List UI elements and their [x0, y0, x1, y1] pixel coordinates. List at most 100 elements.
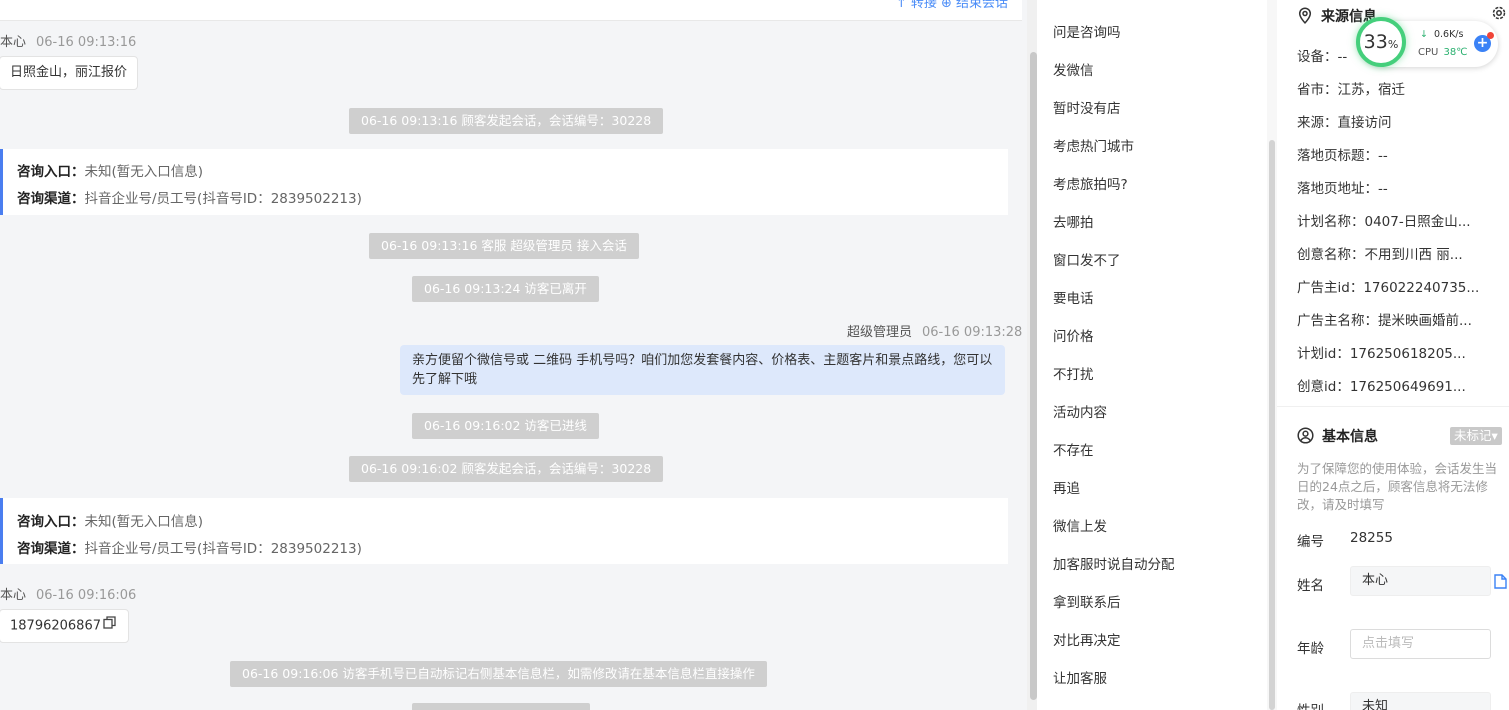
name-field[interactable]: 本心 [1350, 566, 1491, 596]
sender-name: 本心 [0, 35, 27, 50]
source-creative-name: 创意名称：不用到川西 丽... [1297, 247, 1463, 263]
basic-info-note: 为了保障您的使用体验，会话发生当日的24点之后，顾客信息将无法修改，请及时填写 [1297, 461, 1498, 512]
source-plan-name: 计划名称：0407-日照金山... [1297, 214, 1471, 230]
source-device: 设备：-- [1297, 49, 1348, 65]
chat-header: ↑ 转接 ⊕ 结束会话 [0, 0, 1022, 21]
age-field[interactable]: 点击填写 [1350, 629, 1491, 659]
system-notice: 06-16 09:13:16 客服 超级管理员 接入会话 [369, 233, 639, 259]
consult-entry-row: 咨询入口：未知(暂无入口信息) [17, 510, 203, 530]
visitor-message: 日照金山，丽江报价 [0, 56, 139, 90]
consult-entry-value: 未知(暂无入口信息) [84, 514, 204, 530]
source-advertiser-id: 广告主id：176022240735... [1297, 280, 1480, 296]
quick-reply-item[interactable]: 问价格 [1053, 325, 1094, 345]
message-meta: 本心 06-16 09:13:16 [0, 31, 136, 50]
basic-info-title-text: 基本信息 [1322, 429, 1378, 445]
name-label: 姓名 [1297, 578, 1324, 594]
quick-reply-item[interactable]: 不存在 [1053, 439, 1094, 459]
source-landing-url: 落地页地址：-- [1297, 181, 1388, 197]
copy-icon[interactable] [103, 610, 116, 642]
download-arrow-icon: ↓ [1420, 29, 1428, 40]
quick-reply-item[interactable]: 问是咨询吗 [1053, 21, 1121, 41]
quick-reply-scrollbar[interactable] [1267, 0, 1277, 710]
quick-reply-item[interactable]: 让加客服 [1053, 667, 1107, 687]
quick-reply-item[interactable]: 窗口发不了 [1053, 249, 1121, 269]
system-notice: 06-16 09:13:24 访客已离开 [412, 276, 599, 302]
header-actions[interactable]: ↑ 转接 ⊕ 结束会话 [896, 0, 1008, 11]
basic-info-title: 基本信息 [1297, 426, 1378, 448]
consult-entry-value: 未知(暂无入口信息) [84, 164, 204, 180]
chat-scrollbar-thumb[interactable] [1030, 52, 1037, 700]
consult-channel-row: 咨询渠道：抖音企业号/员工号(抖音号ID：2839502213) [17, 187, 362, 207]
cpu-label: CPU [1418, 47, 1439, 58]
section-divider [1277, 406, 1509, 407]
quick-reply-item[interactable]: 微信上发 [1053, 515, 1107, 535]
location-pin-icon [1297, 7, 1313, 28]
consult-entry-label: 咨询入口： [17, 514, 85, 530]
usage-percent: 33 [1363, 31, 1388, 53]
cpu-temperature: CPU 38℃ [1418, 47, 1468, 58]
source-creative-id: 创意id：176250649691... [1297, 379, 1466, 395]
quick-reply-item[interactable]: 发微信 [1053, 59, 1094, 79]
gender-field[interactable]: 未知 [1350, 692, 1491, 710]
quick-reply-item[interactable]: 考虑旅拍吗? [1053, 173, 1128, 193]
quick-reply-item[interactable]: 考虑热门城市 [1053, 135, 1134, 155]
quick-reply-item[interactable]: 再追 [1053, 477, 1080, 497]
id-value: 28255 [1350, 530, 1393, 546]
settings-gear-icon[interactable] [1491, 5, 1507, 25]
message-time: 06-16 09:16:06 [36, 588, 137, 603]
source-province: 省市：江苏，宿迁 [1297, 82, 1405, 98]
quick-reply-item[interactable]: 暂时没有店 [1053, 97, 1121, 117]
consult-info-card: 咨询入口：未知(暂无入口信息) 咨询渠道：抖音企业号/员工号(抖音号ID：283… [0, 498, 1008, 564]
source-plan-id: 计划id：176250618205... [1297, 346, 1466, 362]
source-landing-title: 落地页标题：-- [1297, 148, 1388, 164]
source-channel: 来源：直接访问 [1297, 115, 1392, 131]
agent-message: 亲方便留个微信号或 二维码 手机号吗？咱们加您发套餐内容、价格表、主题客片和景点… [400, 345, 1005, 395]
quick-reply-panel: 问是咨询吗 发微信 暂时没有店 考虑热门城市 考虑旅拍吗? 去哪拍 窗口发不了 … [1037, 0, 1277, 710]
consult-entry-row: 咨询入口：未知(暂无入口信息) [17, 160, 203, 180]
consult-info-card: 咨询入口：未知(暂无入口信息) 咨询渠道：抖音企业号/员工号(抖音号ID：283… [0, 149, 1008, 215]
edit-doc-icon[interactable] [1494, 574, 1507, 593]
agent-message-meta: 超级管理员 06-16 09:13:28 [847, 321, 1022, 340]
source-advertiser-name: 广告主名称：提米映画婚前... [1297, 313, 1472, 329]
message-time: 06-16 09:13:16 [36, 35, 137, 50]
quick-reply-item[interactable]: 活动内容 [1053, 401, 1107, 421]
quick-reply-item[interactable]: 拿到联系后 [1053, 591, 1121, 611]
id-label: 编号 [1297, 534, 1324, 550]
phone-number-text: 18796206867 [10, 618, 101, 634]
network-speed-value: 0.6K/s [1433, 29, 1464, 40]
message-meta: 本心 06-16 09:16:06 [0, 584, 136, 603]
consult-channel-label: 咨询渠道： [17, 191, 85, 207]
customer-info-panel: 来源信息 设备：-- 省市：江苏，宿迁 来源：直接访问 落地页标题：-- 落地页… [1277, 0, 1509, 710]
system-notice: 06-16 09:16:06 访客手机号已自动标记右侧基本信息栏，如需修改请在基… [230, 661, 767, 687]
user-circle-icon [1297, 427, 1314, 448]
quick-reply-item[interactable]: 去哪拍 [1053, 211, 1094, 231]
sender-name: 本心 [0, 588, 27, 603]
quick-reply-item[interactable]: 不打扰 [1053, 363, 1094, 383]
quick-reply-scrollbar-thumb[interactable] [1269, 140, 1275, 710]
consult-entry-label: 咨询入口： [17, 164, 85, 180]
memory-usage-ring: 33% [1356, 17, 1406, 67]
mark-status-dropdown[interactable]: 未标记▾ [1450, 427, 1502, 445]
system-notice: 06-16 09:13:16 顾客发起会话，会话编号：30228 [349, 108, 664, 134]
network-speed: ↓ 0.6K/s [1420, 29, 1463, 40]
system-notice-partial [412, 703, 590, 710]
consult-channel-label: 咨询渠道： [17, 541, 85, 557]
system-monitor-widget[interactable]: 33% ↓ 0.6K/s CPU 38℃ + [1356, 17, 1498, 67]
quick-reply-item[interactable]: 对比再决定 [1053, 629, 1121, 649]
gender-label: 性别 [1297, 699, 1324, 710]
agent-name: 超级管理员 [847, 325, 913, 340]
usage-percent-unit: % [1387, 38, 1399, 51]
notification-dot [1487, 32, 1494, 39]
chat-panel: ↑ 转接 ⊕ 结束会话 本心 06-16 09:13:16 日照金山，丽江报价 0… [0, 0, 1022, 710]
consult-channel-value: 抖音企业号/员工号(抖音号ID：2839502213) [84, 191, 362, 207]
consult-channel-row: 咨询渠道：抖音企业号/员工号(抖音号ID：2839502213) [17, 537, 362, 557]
quick-reply-item[interactable]: 加客服时说自动分配 [1053, 553, 1175, 573]
visitor-message: 18796206867 [0, 609, 129, 643]
cpu-temp-value: 38℃ [1443, 47, 1468, 58]
message-time: 06-16 09:13:28 [922, 325, 1022, 340]
system-notice: 06-16 09:16:02 访客已进线 [412, 413, 599, 439]
quick-reply-item[interactable]: 要电话 [1053, 287, 1094, 307]
system-notice: 06-16 09:16:02 顾客发起会话，会话编号：30228 [349, 456, 664, 482]
age-label: 年龄 [1297, 641, 1324, 657]
consult-channel-value: 抖音企业号/员工号(抖音号ID：2839502213) [84, 541, 362, 557]
